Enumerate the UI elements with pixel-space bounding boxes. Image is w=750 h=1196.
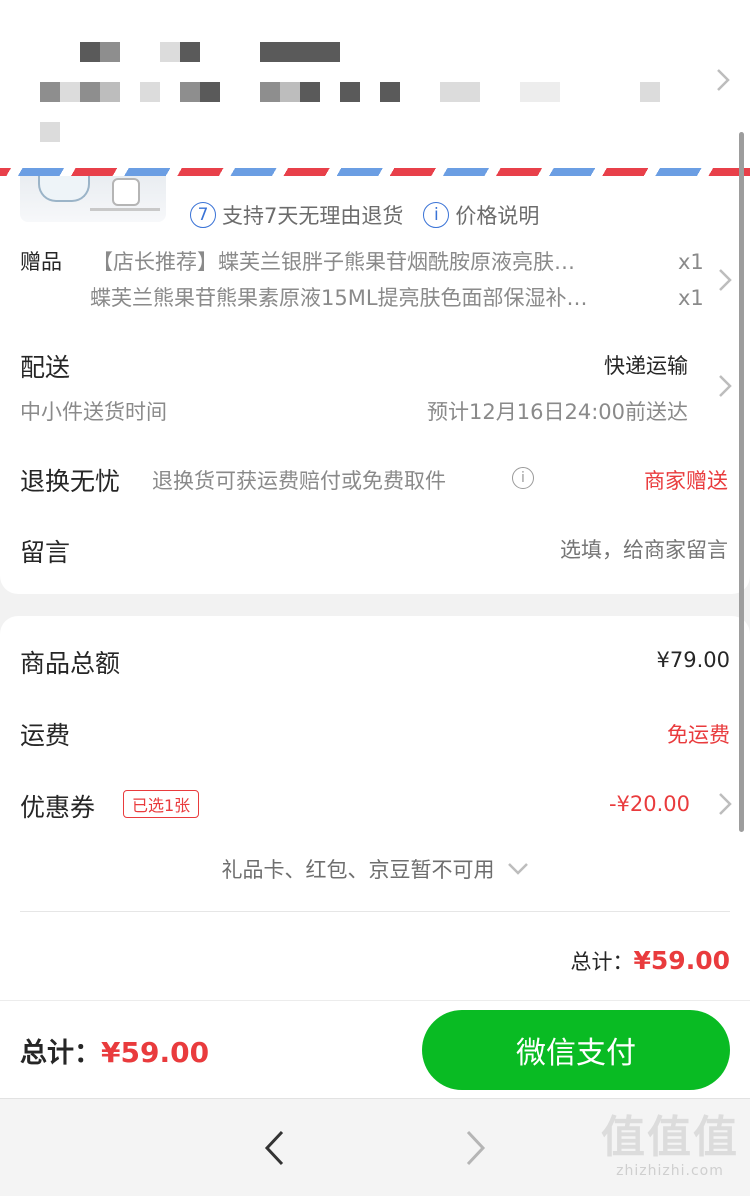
message-label: 留言 bbox=[20, 538, 71, 567]
summary-total: 总计： ¥59.00 bbox=[571, 946, 730, 976]
delivery-method[interactable]: 快递运输 bbox=[604, 350, 688, 380]
paybar-total-label: 总计： bbox=[20, 1038, 101, 1069]
worry-free-returns-label: 退换无忧 bbox=[20, 467, 121, 496]
back-arrow-icon[interactable] bbox=[262, 1129, 286, 1167]
coupon-label: 优惠券 bbox=[20, 793, 96, 822]
info-icon[interactable]: i bbox=[512, 467, 534, 489]
price-explanation-link[interactable]: 价格说明 bbox=[455, 200, 539, 230]
amount-summary-card: 商品总额 ¥79.00 运费 免运费 优惠券 已选1张 -¥20.00 礼品卡、… bbox=[0, 616, 750, 1016]
gift-item-qty: x1 bbox=[678, 250, 704, 274]
divider bbox=[20, 911, 730, 912]
wechat-pay-button[interactable]: 微信支付 bbox=[422, 1010, 730, 1090]
watermark-big: 值值值 bbox=[601, 1112, 739, 1163]
summary-total-label: 总计： bbox=[570, 950, 634, 974]
coupon-discount-value[interactable]: -¥20.00 bbox=[609, 792, 690, 816]
chevron-right-icon bbox=[717, 69, 730, 91]
chevron-right-icon[interactable] bbox=[718, 374, 732, 398]
summary-total-value: ¥59.00 bbox=[633, 946, 730, 975]
chevron-down-icon bbox=[507, 863, 528, 875]
goods-total-value: ¥79.00 bbox=[656, 648, 730, 672]
address-block[interactable] bbox=[0, 0, 750, 172]
payment-bar: 总计： ¥59.00 微信支付 bbox=[0, 1000, 750, 1098]
delivery-eta[interactable]: 预计12月16日24:00前送达 bbox=[427, 396, 688, 426]
watermark-domain: zhizhizhi.com bbox=[616, 1163, 724, 1179]
shipping-value: 免运费 bbox=[667, 723, 730, 747]
coupon-selected-badge: 已选1张 bbox=[123, 790, 200, 818]
gifts-label: 赠品 bbox=[20, 250, 62, 274]
returns-description: 退换货可获运费赔付或免费取件 bbox=[152, 469, 446, 493]
paybar-total: 总计： ¥59.00 bbox=[20, 1031, 209, 1070]
gift-item-name: 蝶芙兰熊果苷熊果素原液15ML提亮肤色面部保湿补… bbox=[90, 286, 588, 310]
product-thumbnail[interactable] bbox=[20, 176, 166, 222]
watermark-logo: 值值值 zhizhizhi.com bbox=[600, 1112, 740, 1180]
gift-item-qty: x1 bbox=[678, 286, 704, 310]
delivery-time-label: 中小件送货时间 bbox=[20, 400, 167, 424]
unavailable-assets-toggle[interactable]: 礼品卡、红包、京豆暂不可用 bbox=[0, 854, 750, 884]
service-policy-row: 7 支持7天无理由退货 i 价格说明 bbox=[190, 200, 539, 230]
airmail-stripe-divider bbox=[0, 168, 750, 176]
delivery-label: 配送 bbox=[20, 353, 71, 382]
gift-item-name: 【店长推荐】蝶芙兰银胖子熊果苷烟酰胺原液亮肤… bbox=[92, 250, 575, 274]
chevron-right-icon[interactable] bbox=[718, 268, 732, 292]
unavailable-assets-text: 礼品卡、红包、京豆暂不可用 bbox=[221, 858, 495, 882]
paybar-total-value: ¥59.00 bbox=[101, 1036, 210, 1069]
scrollbar[interactable] bbox=[739, 132, 744, 832]
info-icon: i bbox=[423, 202, 450, 228]
browser-nav-bar: 值值值 zhizhizhi.com bbox=[0, 1098, 750, 1196]
forward-arrow-icon[interactable] bbox=[464, 1129, 488, 1167]
return-7day-icon: 7 bbox=[190, 202, 216, 228]
order-card: 7 支持7天无理由退货 i 价格说明 赠品 【店长推荐】蝶芙兰银胖子熊果苷烟酰胺… bbox=[0, 176, 750, 594]
returns-status: 商家赠送 bbox=[644, 469, 728, 493]
shipping-label: 运费 bbox=[20, 721, 71, 750]
goods-total-label: 商品总额 bbox=[20, 649, 121, 678]
return-policy-text[interactable]: 支持7天无理由退货 bbox=[222, 200, 403, 230]
chevron-right-icon[interactable] bbox=[718, 792, 732, 816]
message-input[interactable] bbox=[368, 534, 728, 566]
